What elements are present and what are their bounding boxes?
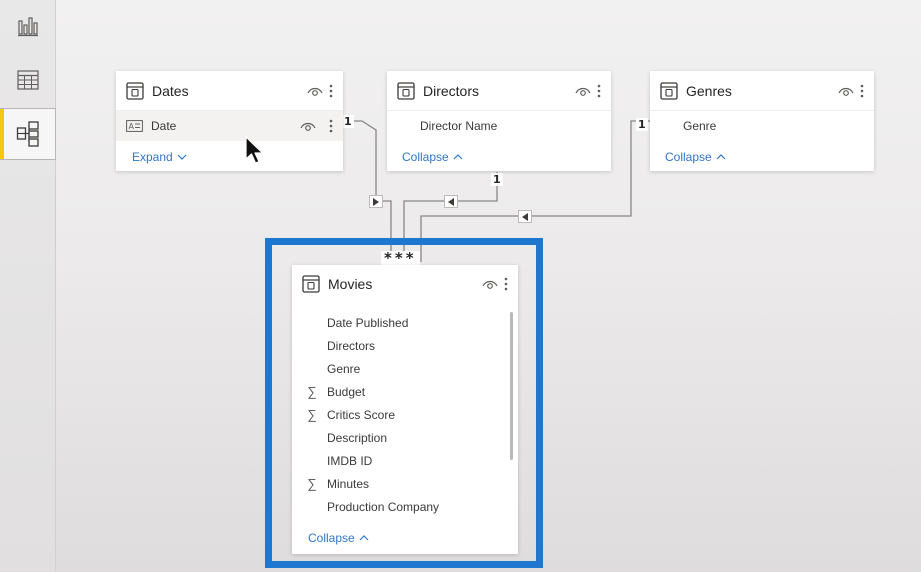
dates-table-card[interactable]: Dates A Date Expand (116, 71, 343, 171)
table-title: Dates (152, 82, 189, 99)
genres-field-genre[interactable]: Genre (650, 111, 874, 141)
visibility-eye-icon[interactable] (575, 85, 591, 97)
more-options-icon[interactable] (597, 84, 601, 98)
mouse-cursor-icon (245, 136, 264, 164)
field-label: Director Name (420, 119, 498, 133)
genres-table-card[interactable]: Genres Genre Collapse (650, 71, 874, 171)
visibility-eye-icon[interactable] (838, 85, 854, 97)
directors-table-header[interactable]: Directors (387, 71, 611, 111)
genres-table-header[interactable]: Genres (650, 71, 874, 111)
table-icon (126, 81, 144, 100)
table-icon (397, 81, 415, 100)
field-label: Date (151, 119, 177, 133)
table-title: Genres (686, 82, 732, 99)
expand-label: Expand (132, 150, 173, 164)
genres-cardinality-one: 1 (636, 118, 648, 131)
visibility-eye-icon[interactable] (300, 120, 316, 132)
collapse-link[interactable]: Collapse (665, 150, 726, 164)
filter-direction-right-icon (369, 195, 383, 208)
collapse-label: Collapse (665, 150, 712, 164)
directors-field-director-name[interactable]: Director Name (387, 111, 611, 141)
chevron-up-icon (716, 154, 726, 160)
table-icon (660, 81, 678, 100)
table-title: Directors (423, 82, 480, 99)
dates-cardinality-one: 1 (342, 115, 354, 128)
expand-link[interactable]: Expand (132, 150, 187, 164)
more-options-icon[interactable] (329, 119, 333, 133)
filter-direction-left-icon (518, 210, 532, 223)
collapse-label: Collapse (402, 150, 449, 164)
collapse-link[interactable]: Collapse (402, 150, 463, 164)
dates-table-header[interactable]: Dates (116, 71, 343, 111)
directors-cardinality-one: 1 (491, 173, 503, 186)
visibility-eye-icon[interactable] (307, 85, 323, 97)
more-options-icon[interactable] (329, 84, 333, 98)
chevron-down-icon (177, 154, 187, 160)
chevron-up-icon (453, 154, 463, 160)
text-field-icon: A (126, 120, 143, 132)
highlight-frame (265, 238, 543, 568)
dates-field-date[interactable]: A Date (116, 111, 343, 141)
svg-text:A: A (129, 122, 135, 131)
directors-table-card[interactable]: Directors Director Name Collapse (387, 71, 611, 171)
filter-direction-left-icon (444, 195, 458, 208)
more-options-icon[interactable] (860, 84, 864, 98)
field-label: Genre (683, 119, 717, 133)
